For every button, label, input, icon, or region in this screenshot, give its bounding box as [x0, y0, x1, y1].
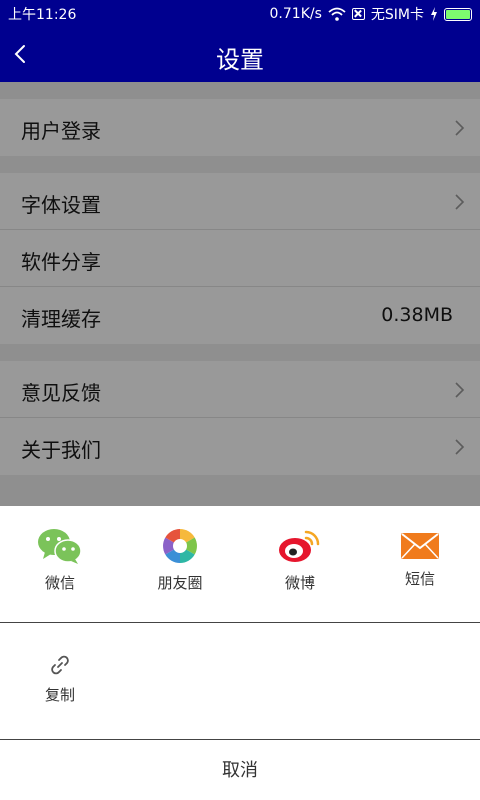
- net-speed: 0.71K/s: [269, 6, 322, 22]
- share-wechat[interactable]: 微信: [0, 528, 120, 593]
- cancel-button[interactable]: 取消: [0, 741, 480, 800]
- moments-icon: [163, 529, 197, 563]
- link-icon: [51, 655, 69, 675]
- dim-overlay[interactable]: [0, 82, 480, 506]
- copy-link-button[interactable]: 复制: [0, 654, 120, 705]
- page-title: 设置: [216, 46, 264, 74]
- share-label: 微信: [44, 574, 75, 592]
- status-bar: 上午11:26 0.71K/s 无SIM卡: [0, 0, 480, 26]
- weibo-icon: [279, 530, 320, 562]
- share-label: 朋友圈: [157, 574, 203, 592]
- no-sim-icon: [351, 8, 365, 20]
- share-sms[interactable]: 短信: [360, 532, 480, 589]
- share-label: 短信: [404, 570, 435, 588]
- share-weibo[interactable]: 微博: [240, 528, 360, 593]
- charging-icon: [431, 7, 437, 21]
- status-right: 0.71K/s 无SIM卡: [270, 4, 472, 24]
- nav-bar: 设置: [0, 26, 480, 82]
- copy-row: 复制: [0, 624, 480, 740]
- copy-label: 复制: [44, 686, 75, 704]
- share-sheet: 微信 朋友圈 微博 短信 复制 取消: [0, 506, 480, 800]
- share-targets-row: 微信 朋友圈 微博 短信: [0, 506, 480, 623]
- wechat-icon: [38, 529, 82, 564]
- battery-icon: [444, 7, 472, 21]
- share-label: 微博: [284, 574, 315, 592]
- wifi-icon: [328, 7, 346, 21]
- status-time: 上午11:26: [8, 7, 77, 23]
- share-moments[interactable]: 朋友圈: [120, 528, 240, 593]
- sim-status: 无SIM卡: [370, 7, 424, 23]
- sms-icon: [401, 533, 439, 559]
